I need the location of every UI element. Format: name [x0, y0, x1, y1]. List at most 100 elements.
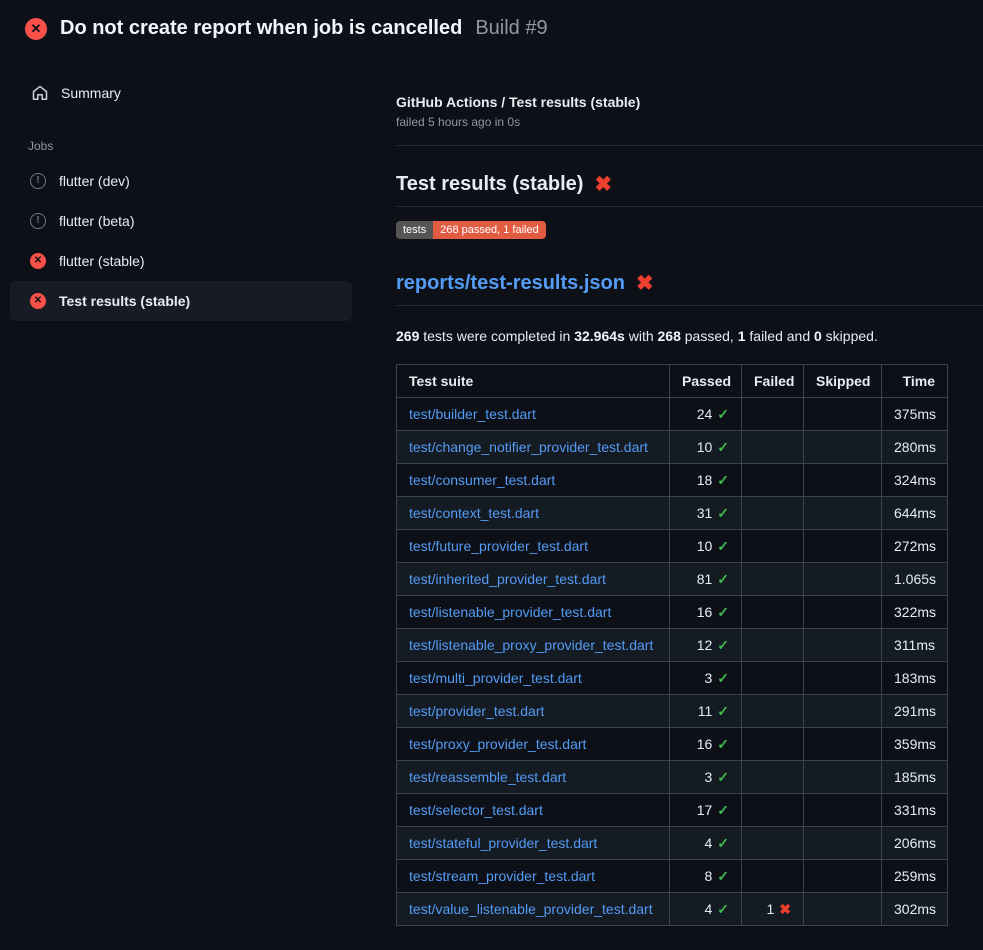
failed-cell: [742, 464, 804, 497]
suite-cell: test/consumer_test.dart: [397, 464, 670, 497]
check-icon: ✓: [717, 703, 729, 719]
suite-cell: test/change_notifier_provider_test.dart: [397, 431, 670, 464]
failed-cell: [742, 695, 804, 728]
passed-count: 10: [697, 538, 713, 554]
sidebar-item-job[interactable]: ✕flutter (stable): [10, 241, 352, 281]
suite-link[interactable]: test/multi_provider_test.dart: [409, 670, 582, 686]
table-row: test/context_test.dart31✓644ms: [397, 497, 948, 530]
failed-cell: [742, 860, 804, 893]
x-circle-icon: ✕: [30, 293, 46, 309]
summary-fragment: 32.964s: [574, 328, 625, 344]
failed-cell: [742, 827, 804, 860]
suite-link[interactable]: test/change_notifier_provider_test.dart: [409, 439, 648, 455]
x-circle-icon: ✕: [30, 253, 46, 269]
check-icon: ✓: [717, 802, 729, 818]
sidebar: Summary Jobs !flutter (dev)!flutter (bet…: [10, 60, 352, 321]
suite-link[interactable]: test/context_test.dart: [409, 505, 539, 521]
skipped-cell: [804, 431, 882, 464]
report-heading: reports/test-results.json ✖: [396, 272, 983, 306]
suite-link[interactable]: test/stateful_provider_test.dart: [409, 835, 597, 851]
sidebar-item-summary[interactable]: Summary: [10, 80, 352, 106]
skipped-cell: [804, 497, 882, 530]
failed-x-icon: ✖: [636, 273, 654, 294]
suite-link[interactable]: test/proxy_provider_test.dart: [409, 736, 586, 752]
column-header: Test suite: [397, 365, 670, 398]
suite-link[interactable]: test/provider_test.dart: [409, 703, 544, 719]
tests-badge-value: 268 passed, 1 failed: [433, 221, 545, 239]
check-icon: ✓: [717, 670, 729, 686]
table-row: test/proxy_provider_test.dart 16✓ 359ms: [397, 728, 948, 761]
passed-cell: 10✓: [670, 530, 742, 563]
jobs-list: !flutter (dev)!flutter (beta)✕flutter (s…: [10, 161, 352, 321]
suite-link[interactable]: test/builder_test.dart: [409, 406, 536, 422]
sidebar-item-job[interactable]: ✕ Test results (stable): [10, 281, 352, 321]
skipped-cell: [804, 563, 882, 596]
page-title: Do not create report when job is cancell…: [60, 17, 462, 40]
suite-link[interactable]: test/stream_provider_test.dart: [409, 868, 595, 884]
skipped-cell: [804, 728, 882, 761]
check-icon: ✓: [717, 505, 729, 521]
suite-link[interactable]: test/reassemble_test.dart: [409, 769, 566, 785]
run-status-text: failed 5 hours ago in 0s: [396, 115, 983, 129]
suite-link[interactable]: test/listenable_provider_test.dart: [409, 604, 611, 620]
passed-cell: 24✓: [670, 398, 742, 431]
check-icon: ✓: [717, 571, 729, 587]
passed-count: 8: [704, 868, 712, 884]
time-cell: 375ms: [882, 398, 948, 431]
job-label: Test results (stable): [59, 293, 190, 309]
time-cell: 331ms: [882, 794, 948, 827]
passed-count: 11: [698, 703, 713, 719]
time-cell: 280ms: [882, 431, 948, 464]
report-heading-link[interactable]: reports/test-results.json: [396, 272, 625, 295]
table-row: test/future_provider_test.dart10✓272ms: [397, 530, 948, 563]
suite-link[interactable]: test/selector_test.dart: [409, 802, 543, 818]
passed-cell: 12✓: [670, 629, 742, 662]
suite-link[interactable]: test/future_provider_test.dart: [409, 538, 588, 554]
skipped-cell: [804, 827, 882, 860]
passed-count: 16: [697, 736, 713, 752]
passed-count: 3: [704, 769, 712, 785]
failed-cell: [742, 794, 804, 827]
table-row: test/stream_provider_test.dart8✓259ms: [397, 860, 948, 893]
breadcrumb: GitHub Actions / Test results (stable): [396, 94, 983, 110]
tests-badge-label: tests: [396, 221, 433, 239]
suite-cell: test/future_provider_test.dart: [397, 530, 670, 563]
skipped-cell: [804, 794, 882, 827]
passed-count: 16: [697, 604, 713, 620]
tests-badge: tests 268 passed, 1 failed: [396, 221, 546, 239]
suite-cell: test/proxy_provider_test.dart: [397, 728, 670, 761]
time-cell: 185ms: [882, 761, 948, 794]
passed-cell: 18✓: [670, 464, 742, 497]
time-cell: 359ms: [882, 728, 948, 761]
failed-cell: [742, 596, 804, 629]
suite-cell: test/selector_test.dart: [397, 794, 670, 827]
time-cell: 259ms: [882, 860, 948, 893]
passed-cell: 16✓: [670, 596, 742, 629]
suite-cell: test/stateful_provider_test.dart: [397, 827, 670, 860]
time-cell: 324ms: [882, 464, 948, 497]
skipped-cell: [804, 893, 882, 926]
suite-link[interactable]: test/consumer_test.dart: [409, 472, 555, 488]
results-table-body: test/builder_test.dart 24✓ 375ms test/chang…: [397, 398, 948, 926]
check-icon: ✓: [717, 736, 729, 752]
skipped-cell: [804, 464, 882, 497]
suite-link[interactable]: test/inherited_provider_test.dart: [409, 571, 606, 587]
suite-cell: test/context_test.dart: [397, 497, 670, 530]
check-icon: ✓: [717, 604, 729, 620]
skipped-cell: [804, 662, 882, 695]
time-cell: 311ms: [882, 629, 948, 662]
check-icon: ✓: [717, 637, 729, 653]
passed-cell: 17✓: [670, 794, 742, 827]
passed-count: 81: [697, 571, 713, 587]
skipped-cell: [804, 860, 882, 893]
failed-count: 1: [766, 901, 774, 917]
suite-link[interactable]: test/listenable_proxy_provider_test.dart: [409, 637, 653, 653]
summary-fragment: passed,: [681, 328, 738, 344]
suite-cell: test/multi_provider_test.dart: [397, 662, 670, 695]
check-icon: ✓: [717, 835, 729, 851]
sidebar-item-job[interactable]: !flutter (dev): [10, 161, 352, 201]
passed-count: 4: [704, 835, 712, 851]
suite-link[interactable]: test/value_listenable_provider_test.dart: [409, 901, 653, 917]
summary-fragment: failed and: [746, 328, 815, 344]
sidebar-item-job[interactable]: !flutter (beta): [10, 201, 352, 241]
